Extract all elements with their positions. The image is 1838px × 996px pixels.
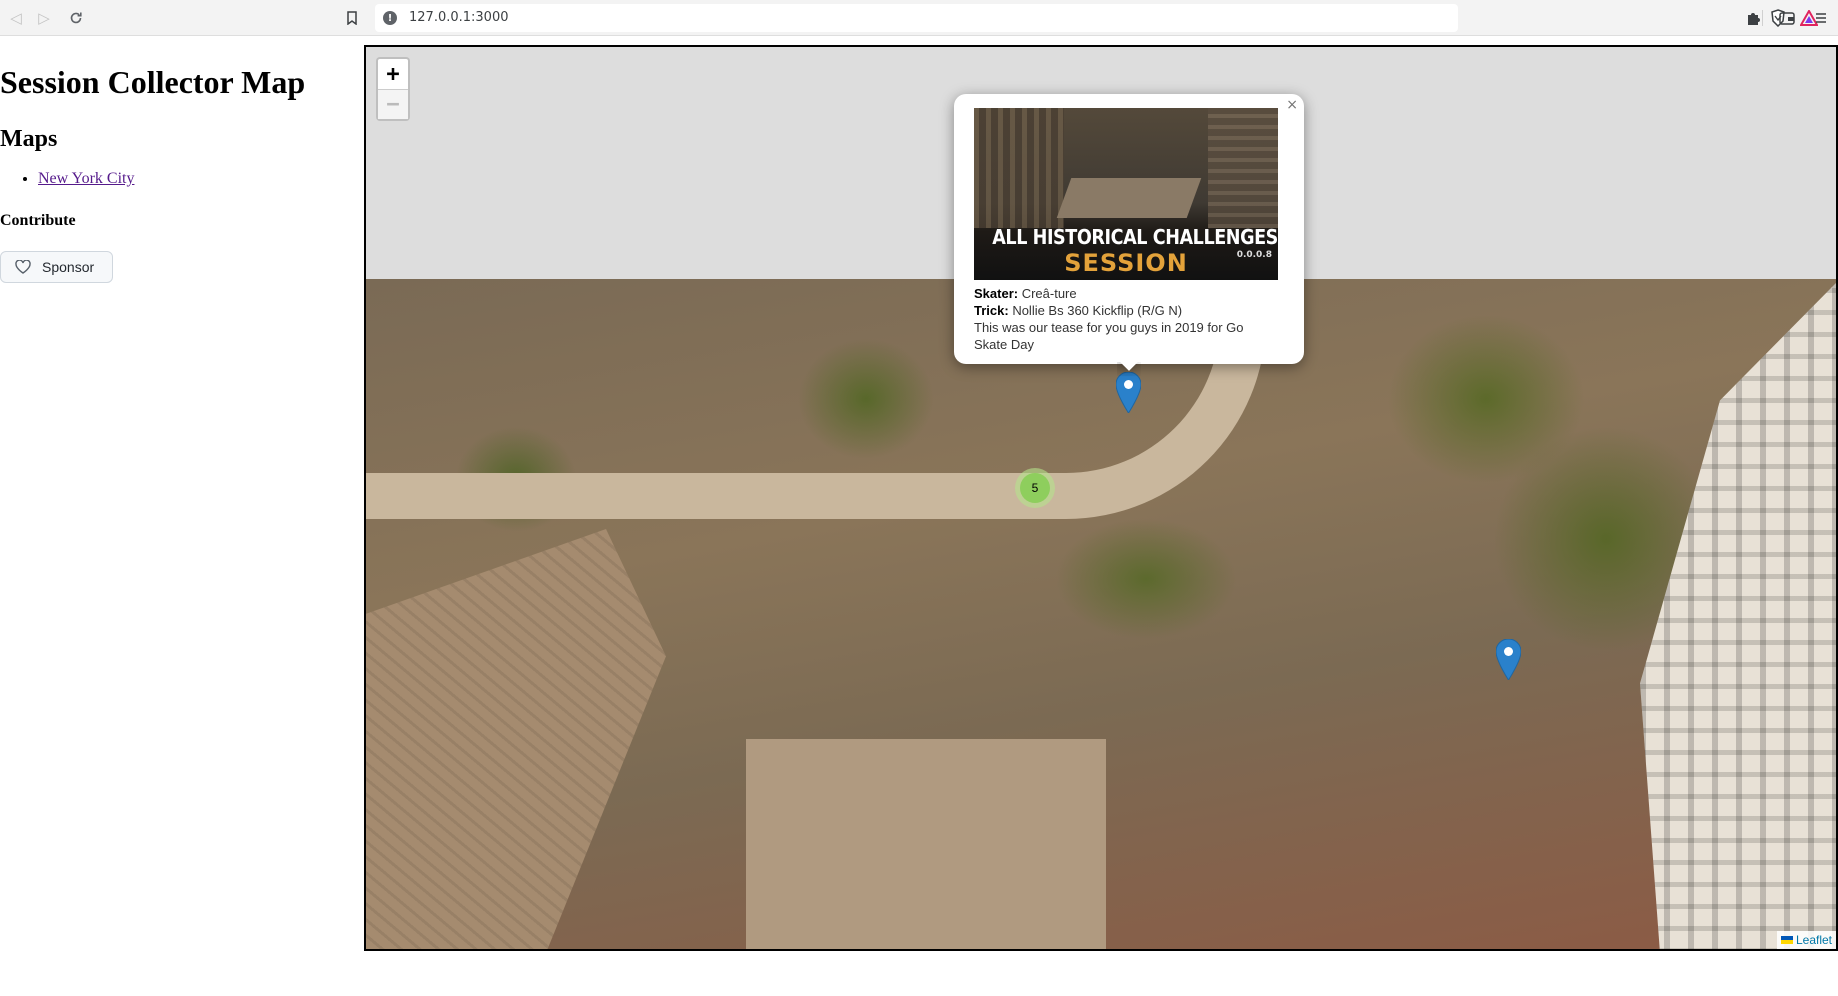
list-item: New York City [38,170,134,188]
popup-tip [1117,362,1141,376]
marker-popup: × ALL HISTORICAL CHALLENGES SESSION 0.0.… [954,94,1304,364]
wallet-icon[interactable] [1776,7,1798,29]
popup-thumbnail-image[interactable]: ALL HISTORICAL CHALLENGES SESSION 0.0.0.… [974,108,1278,280]
popup-description: This was our tease for you guys in 2019 … [974,320,1244,352]
zoom-control: + − [376,57,410,121]
map-marker-icon[interactable] [1496,639,1521,680]
browser-toolbar: ◁ ▷ ! 127.0.0.1:3000 [0,0,1838,36]
maps-heading: Maps [0,126,58,152]
map-container[interactable]: + − 5 × ALL HISTORICAL CHALLENGES SESSIO… [364,45,1838,951]
page-title: Session Collector Map [0,64,306,100]
heart-icon [15,260,31,274]
map-marker-icon[interactable] [1116,372,1141,413]
bookmark-icon[interactable] [340,6,364,30]
sponsor-label: Sponsor [42,259,95,275]
map-tile-image [366,279,1836,949]
map-building [1640,279,1836,949]
close-icon[interactable]: × [1286,97,1298,113]
map-attribution: Leaflet [1776,931,1836,949]
sponsor-button[interactable]: Sponsor [0,251,113,283]
zoom-out-button[interactable]: − [378,89,408,119]
extensions-puzzle-icon[interactable] [1742,7,1764,29]
map-building [746,739,1106,949]
popup-content: Skater: Creâ-ture Trick: Nollie Bs 360 K… [974,285,1274,353]
cluster-count: 5 [1031,481,1039,495]
map-building [366,529,666,949]
back-arrow-icon[interactable]: ◁ [4,6,28,30]
info-icon[interactable]: ! [383,11,397,25]
skater-name: Creâ-ture [1021,286,1077,301]
ukraine-flag-icon [1780,936,1793,944]
trick-name: Nollie Bs 360 Kickflip (R/G N) [1012,303,1183,318]
address-bar[interactable]: ! 127.0.0.1:3000 [375,4,1819,32]
zoom-in-button[interactable]: + [378,59,408,89]
map-list: New York City [0,170,134,188]
url-text: 127.0.0.1:3000 [409,10,509,25]
forward-arrow-icon[interactable]: ▷ [32,6,56,30]
trick-label: Trick: [974,303,1009,318]
menu-icon[interactable] [1810,7,1832,29]
session-logo: SESSION [1064,249,1188,277]
thumbnail-title: ALL HISTORICAL CHALLENGES [992,225,1278,249]
marker-cluster[interactable]: 5 [1015,468,1055,508]
reload-icon[interactable] [64,6,88,30]
map-link-new-york-city[interactable]: New York City [38,170,134,187]
skater-label: Skater: [974,286,1019,301]
leaflet-link[interactable]: Leaflet [1796,931,1832,949]
thumbnail-version: 0.0.0.8 [1236,250,1272,260]
contribute-heading: Contribute [0,212,76,229]
